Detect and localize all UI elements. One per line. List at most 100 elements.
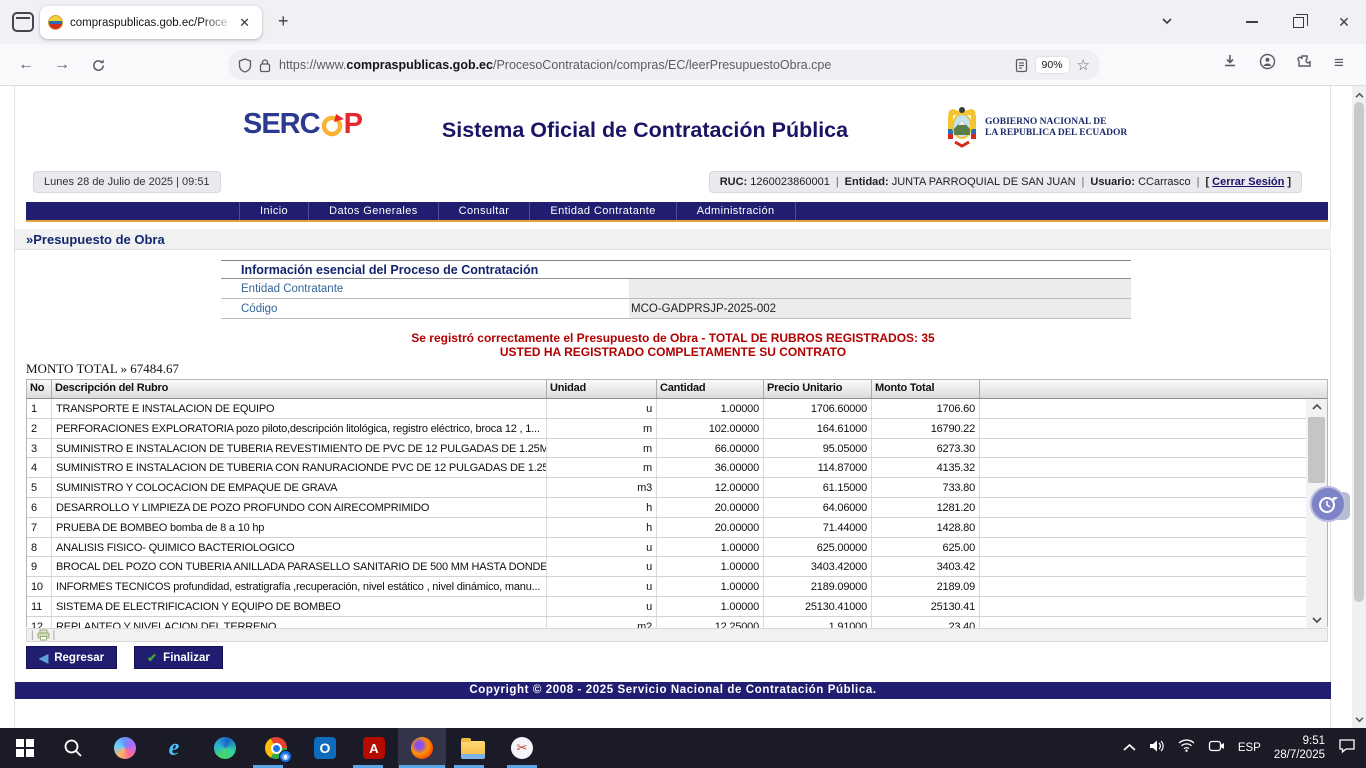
wifi-icon[interactable] [1178,739,1195,757]
table-row[interactable]: 1 TRANSPORTE E INSTALACION DE EQUIPO u 1… [27,399,1307,419]
logout-link[interactable]: Cerrar Sesión [1212,176,1284,188]
menu-hamburger-icon[interactable]: ≡ [1334,53,1344,73]
window-restore-button[interactable] [1283,10,1313,34]
table-row[interactable]: 9 BROCAL DEL POZO CON TUBERIA ANILLADA P… [27,557,1307,577]
table-row[interactable]: 3 SUMINISTRO E INSTALACION DE TUBERIA RE… [27,439,1307,459]
tab-close-icon[interactable]: ✕ [235,13,254,33]
downloads-icon[interactable] [1222,53,1238,69]
copilot-icon[interactable] [113,736,137,760]
finalizar-button[interactable]: ✔ Finalizar [134,646,223,669]
table-row[interactable]: 5 SUMINISTRO Y COLOCACION DE EMPAQUE DE … [27,478,1307,498]
snipping-tool-icon[interactable]: ✂ [510,736,534,760]
page-scrollbar[interactable] [1352,86,1366,728]
acrobat-icon[interactable]: A [362,736,386,760]
firefox-icon[interactable] [410,736,434,760]
site-favicon-icon [48,15,63,30]
clock-widget-overlay[interactable] [1310,486,1350,524]
firefox-view-icon[interactable] [12,12,34,32]
col-header-precio-unitario: Precio Unitario [764,380,872,398]
regresar-button[interactable]: ◀ Regresar [26,646,117,669]
edge-icon[interactable] [213,736,237,760]
outlook-icon[interactable]: O [313,736,337,760]
gov-text-line1: GOBIERNO NACIONAL DE [985,117,1127,128]
reload-button[interactable] [84,52,112,78]
page-scroll-up-icon[interactable] [1352,88,1366,102]
internet-explorer-icon[interactable]: e [162,736,186,760]
url-text: https://www.compraspublicas.gob.ec/Proce… [279,58,1015,72]
menu-item[interactable]: Datos Generales [309,202,439,220]
menu-item[interactable]: Entidad Contratante [530,202,676,220]
ecuador-coat-of-arms-icon [945,106,979,150]
table-body: 1 TRANSPORTE E INSTALACION DE EQUIPO u 1… [27,399,1307,628]
table-scrollbar-thumb[interactable] [1308,417,1325,483]
meet-now-icon[interactable] [1208,739,1225,758]
zoom-level-badge[interactable]: 90% [1036,57,1069,73]
search-icon[interactable] [61,736,85,760]
col-header-monto-total: Monto Total [872,380,980,398]
table-row[interactable]: 10 INFORMES TECNICOS profundidad, estrat… [27,577,1307,597]
col-header-descripcion: Descripción del Rubro [52,380,547,398]
chrome-icon[interactable]: ◉ [264,736,288,760]
breadcrumb: »Presupuesto de Obra [15,229,1331,250]
bookmark-star-icon[interactable]: ☆ [1077,56,1090,74]
account-icon[interactable] [1259,53,1276,70]
page-viewport: SERCP Sistema Oficial de Contratación Pú… [0,86,1352,728]
status-message-line1: Se registró correctamente el Presupuesto… [15,331,1331,345]
list-tabs-chevron-icon[interactable] [1160,14,1174,28]
notification-center-icon[interactable] [1338,738,1356,759]
page-scroll-down-icon[interactable] [1352,712,1366,726]
menu-item[interactable]: Administración [677,202,796,220]
print-icon[interactable] [37,629,50,641]
file-explorer-icon[interactable] [461,736,485,760]
gov-logo: GOBIERNO NACIONAL DELA REPUBLICA DEL ECU… [945,106,1127,150]
page-scrollbar-thumb[interactable] [1354,102,1364,602]
site-footer: Copyright © 2008 - 2025 Servicio Naciona… [15,682,1331,699]
menu-item[interactable]: Inicio [240,202,309,220]
table-row[interactable]: 6 DESARROLLO Y LIMPIEZA DE POZO PROFUNDO… [27,498,1307,518]
shield-icon[interactable] [238,58,252,73]
reader-mode-icon[interactable] [1015,58,1028,73]
tab-title: compraspublicas.gob.ec/Proce [70,17,235,29]
back-button[interactable]: ← [12,52,40,78]
clock-widget-icon[interactable] [1310,486,1346,522]
table-row[interactable]: 7 PRUEBA DE BOMBEO bomba de 8 a 10 hp h … [27,518,1307,538]
browser-tab[interactable]: compraspublicas.gob.ec/Proce ✕ [40,6,262,39]
language-indicator[interactable]: ESP [1238,742,1261,754]
status-message-line2: USTED HA REGISTRADO COMPLETAMENTE SU CON… [15,345,1331,359]
new-tab-button[interactable]: + [278,11,289,32]
check-icon: ✔ [147,651,157,665]
info-value: MCO-GADPRSJP-2025-002 [629,299,1131,318]
scroll-down-icon[interactable] [1306,612,1327,628]
table-row[interactable]: 11 SISTEMA DE ELECTRIFICACION Y EQUIPO D… [27,597,1307,617]
col-header-cantidad: Cantidad [657,380,764,398]
desktop: compraspublicas.gob.ec/Proce ✕ + ✕ ← → h… [0,0,1366,768]
tray-chevron-icon[interactable] [1123,739,1136,757]
col-header-unidad: Unidad [547,380,657,398]
address-bar[interactable]: https://www.compraspublicas.gob.ec/Proce… [228,50,1100,80]
extensions-icon[interactable] [1296,53,1313,70]
volume-icon[interactable] [1149,739,1165,758]
forward-button[interactable]: → [48,52,76,78]
clock[interactable]: 9:51 28/7/2025 [1274,734,1325,762]
lock-icon[interactable] [259,58,271,73]
table-row[interactable]: 4 SUMINISTRO E INSTALACION DE TUBERIA CO… [27,458,1307,478]
datetime-display: Lunes 28 de Julio de 2025 | 09:51 [33,171,221,193]
info-row-codigo: Código MCO-GADPRSJP-2025-002 [221,299,1131,319]
table-row[interactable]: 2 PERFORACIONES EXPLORATORIA pozo piloto… [27,419,1307,439]
windows-taskbar: e ◉ O A ✂ ESP 9:51 28/7/2025 [0,728,1366,768]
session-bar: RUC: 1260023860001 | Entidad: JUNTA PARR… [709,171,1302,193]
menu-item[interactable]: Consultar [439,202,531,220]
table-row[interactable]: 12 REPLANTEO Y NIVELACION DEL TERRENO m2… [27,617,1307,628]
scroll-up-icon[interactable] [1306,399,1327,415]
print-strip: | | [26,628,1328,642]
window-minimize-button[interactable] [1237,10,1267,34]
entidad-value: JUNTA PARROQUIAL DE SAN JUAN [892,176,1076,188]
table-header-row: No Descripción del Rubro Unidad Cantidad… [27,380,1327,399]
chrome-profile-badge: ◉ [279,750,292,763]
browser-tabstrip: compraspublicas.gob.ec/Proce ✕ + ✕ [0,0,1366,44]
table-row[interactable]: 8 ANALISIS FISICO- QUIMICO BACTERIOLOGIC… [27,538,1307,558]
start-button[interactable] [13,736,37,760]
entidad-label: Entidad: [845,176,889,188]
window-close-button[interactable]: ✕ [1329,10,1359,34]
info-section-title: Información esencial del Proceso de Cont… [221,260,1131,279]
